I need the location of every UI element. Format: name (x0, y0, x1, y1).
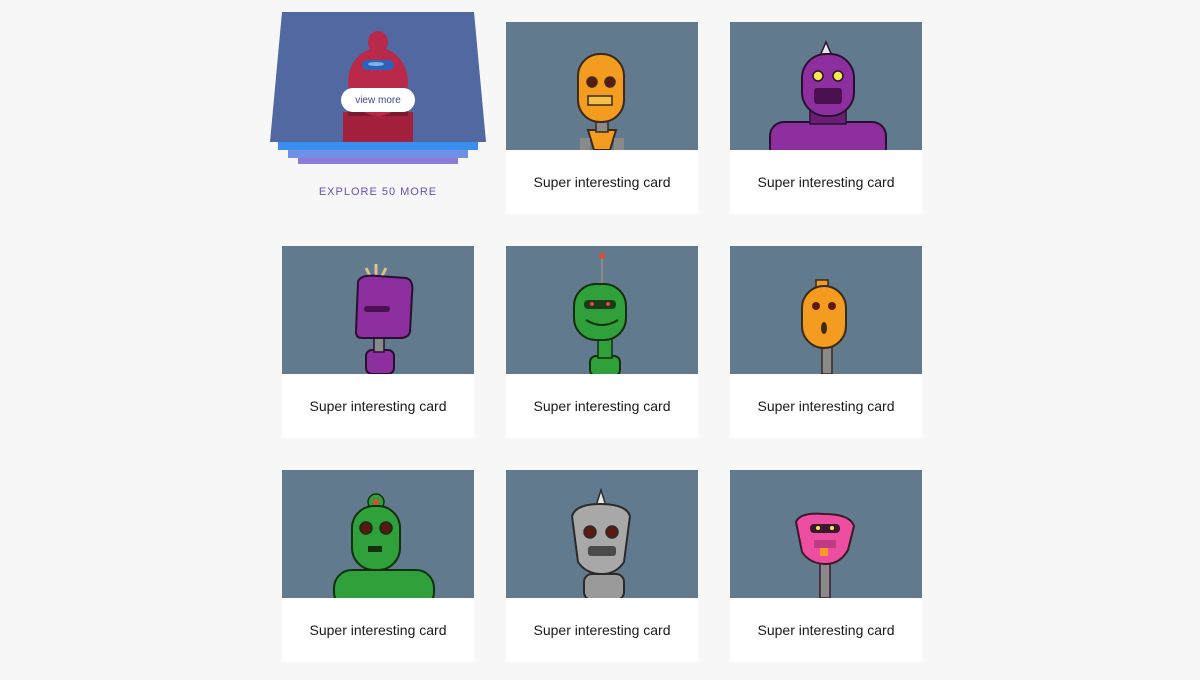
card-image (730, 470, 922, 598)
card[interactable]: Super interesting card (730, 246, 922, 438)
card-image (506, 246, 698, 374)
green-robot-icon (333, 493, 435, 598)
card-image (282, 246, 474, 374)
pink-robot-icon (794, 512, 856, 598)
card[interactable]: Super interesting card (282, 246, 474, 438)
card-image (506, 22, 698, 150)
red-robot-icon (343, 31, 413, 142)
explore-more-link[interactable]: EXPLORE 50 MORE (282, 186, 474, 198)
card-caption: Super interesting card (533, 398, 671, 414)
card-caption: Super interesting card (757, 622, 895, 638)
card[interactable]: Super interesting card (730, 22, 922, 214)
view-more-button[interactable]: view more (341, 88, 415, 112)
card-caption: Super interesting card (533, 622, 671, 638)
card-image (506, 470, 698, 598)
card-caption: Super interesting card (757, 398, 895, 414)
orange-robot-icon (577, 53, 625, 150)
card-image (282, 470, 474, 598)
card-caption: Super interesting card (533, 174, 671, 190)
card[interactable]: Super interesting card (282, 470, 474, 662)
card-caption: Super interesting card (309, 622, 447, 638)
gray-robot-icon (570, 487, 632, 598)
card-caption: Super interesting card (309, 398, 447, 414)
card-image (730, 246, 922, 374)
card-image (730, 22, 922, 150)
card-caption: Super interesting card (757, 174, 895, 190)
card[interactable]: Super interesting card (506, 22, 698, 214)
featured-card-stack[interactable]: view more (270, 12, 486, 168)
card[interactable]: Super interesting card (730, 470, 922, 662)
featured-card[interactable]: view more (270, 12, 486, 142)
orange-robot-icon (801, 279, 847, 374)
card[interactable]: Super interesting card (506, 470, 698, 662)
violet-robot-icon (354, 264, 414, 374)
green-robot-icon (573, 253, 627, 374)
card[interactable]: Super interesting card (506, 246, 698, 438)
purple-robot-icon (769, 40, 887, 150)
